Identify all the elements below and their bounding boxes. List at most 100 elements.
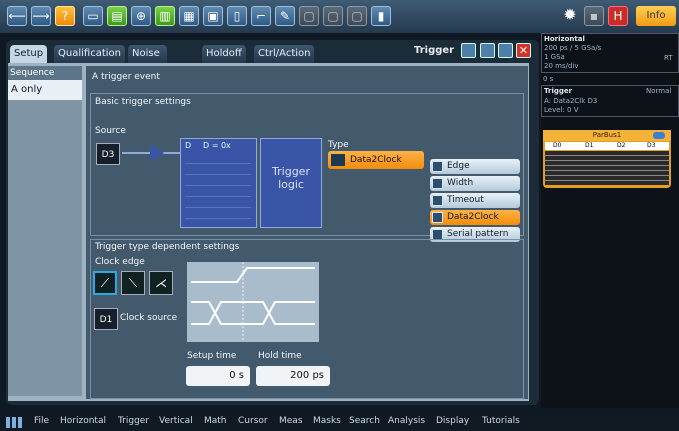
cursor-icon[interactable]: ▯ xyxy=(227,6,247,26)
data2clock-icon xyxy=(432,212,443,223)
annotation-icon[interactable]: ✎ xyxy=(275,6,295,26)
setup-time-label: Setup time xyxy=(187,351,237,361)
timing-diagram xyxy=(187,262,319,342)
menu-analysis[interactable]: Analysis xyxy=(388,416,425,426)
menu-item-label: Width xyxy=(447,178,474,188)
forward-icon[interactable]: ⟶ xyxy=(31,6,51,26)
horizontal-title: Horizontal xyxy=(544,35,585,43)
block-text: D xyxy=(185,141,192,150)
menu-file[interactable]: File xyxy=(34,416,49,426)
tab-noise-reject[interactable]: Noise Reject xyxy=(128,45,167,77)
trigger-line: A: Data2Clk D3 xyxy=(544,97,598,105)
screenshot-icon[interactable]: ▭ xyxy=(83,6,103,26)
tab-holdoff[interactable]: Holdoff xyxy=(202,45,246,63)
top-toolbar: ⟵ ⟶ ? ▭ ▤ ⊕ ▥ ▦ ▣ ▯ ⌐ ✎ ▢ ▢ ▢ ▮ ✹ ▪ H In… xyxy=(0,0,679,33)
block-inner-icon xyxy=(185,153,251,223)
menu-display[interactable]: Display xyxy=(436,416,469,426)
buffer-icon xyxy=(150,144,164,162)
hold-time-input[interactable]: 200 ps xyxy=(256,366,330,386)
help-dialog-icon[interactable] xyxy=(480,43,495,58)
hold-time-label: Hold time xyxy=(258,351,302,361)
clock-edge-label: Clock edge xyxy=(95,257,145,267)
dialog-title: Trigger xyxy=(414,45,455,56)
save-icon[interactable]: ▤ xyxy=(107,6,127,26)
print-icon[interactable]: ▢ xyxy=(347,6,367,26)
menu-item-width[interactable]: Width xyxy=(430,176,520,191)
histogram-icon[interactable]: ▥ xyxy=(155,6,175,26)
menu-bar: File Horizontal Trigger Vertical Math Cu… xyxy=(0,413,679,431)
bus-col: D0 xyxy=(553,142,562,149)
sequence-panel: Sequence A only xyxy=(8,66,82,396)
source-button[interactable]: D3 xyxy=(96,143,120,165)
width-icon xyxy=(432,178,443,189)
apps-icon[interactable] xyxy=(6,417,22,428)
dock-icon[interactable] xyxy=(461,43,476,58)
gear-icon[interactable]: ✹ xyxy=(560,6,580,26)
delete-icon[interactable]: ▮ xyxy=(371,6,391,26)
close-icon[interactable]: ✕ xyxy=(516,43,531,58)
marker-icon[interactable]: ⌐ xyxy=(251,6,271,26)
parbus-box[interactable]: ParBus1 D0 D1 D2 D3 xyxy=(543,130,671,188)
sample-text: 1 GSa xyxy=(544,53,565,61)
tab-setup[interactable]: Setup xyxy=(10,45,48,63)
menu-math[interactable]: Math xyxy=(204,416,227,426)
sequence-label: Sequence xyxy=(8,66,82,80)
clock-source-label: Clock source xyxy=(120,313,178,323)
event-heading: A trigger event xyxy=(92,72,160,82)
info-button[interactable]: Info xyxy=(636,6,676,26)
trigger-logic-block: Trigger logic xyxy=(260,138,322,228)
either-edge-button[interactable]: ⋌ xyxy=(149,271,173,295)
zoom-icon[interactable]: ⊕ xyxy=(131,6,151,26)
list-icon[interactable]: ▢ xyxy=(323,6,343,26)
menu-item-timeout[interactable]: Timeout xyxy=(430,193,520,208)
type-menu: Edge Width Timeout Data2Clock Serial pat… xyxy=(430,155,520,244)
trigger-title: Trigger xyxy=(544,87,573,95)
rt-text: RT xyxy=(664,54,673,62)
parbus-title: ParBus1 xyxy=(543,130,671,141)
measure-icon[interactable]: ▣ xyxy=(203,6,223,26)
back-icon[interactable]: ⟵ xyxy=(7,6,27,26)
sequence-select[interactable]: A only xyxy=(8,80,82,100)
bus-header: D0 D1 D2 D3 xyxy=(545,142,669,150)
tab-qualification[interactable]: Qualification xyxy=(54,45,125,63)
menu-item-label: Timeout xyxy=(447,195,484,205)
bus-col: D2 xyxy=(617,142,626,149)
bus-toggle-icon[interactable] xyxy=(653,132,665,139)
hd-icon[interactable]: H xyxy=(608,6,628,26)
clock-source-button[interactable]: D1 xyxy=(94,308,118,330)
timing-waveform-icon xyxy=(191,262,315,342)
menu-item-edge[interactable]: Edge xyxy=(430,159,520,174)
menu-masks[interactable]: Masks xyxy=(313,416,341,426)
rate-text: 200 ps / 5 GSa/s xyxy=(544,44,602,52)
setup-time-input[interactable]: 0 s xyxy=(186,366,250,386)
source-label: Source xyxy=(95,126,126,136)
search-icon[interactable]: ▢ xyxy=(299,6,319,26)
rising-edge-button[interactable]: ⟋ xyxy=(93,271,117,295)
flag-icon[interactable]: ▪ xyxy=(584,6,604,26)
menu-vertical[interactable]: Vertical xyxy=(159,416,193,426)
trigger-block: D D = 0x xyxy=(180,138,257,228)
help-icon[interactable]: ? xyxy=(55,6,75,26)
menu-horizontal[interactable]: Horizontal xyxy=(60,416,106,426)
horizontal-box[interactable]: Horizontal 200 ps / 5 GSa/s RT 1 GSa 20 … xyxy=(541,33,679,73)
mask-icon[interactable]: ▦ xyxy=(179,6,199,26)
menu-tutorials[interactable]: Tutorials xyxy=(482,416,520,426)
menu-search[interactable]: Search xyxy=(349,416,380,426)
type-label: Type xyxy=(328,140,349,150)
menu-item-label: Edge xyxy=(447,161,470,171)
bus-col: D3 xyxy=(647,142,656,149)
trigger-box[interactable]: Trigger Normal A: Data2Clk D3 Level: 0 V xyxy=(541,85,679,117)
trigger-mode: Normal xyxy=(646,87,672,95)
menu-trigger[interactable]: Trigger xyxy=(118,416,149,426)
basic-heading: Basic trigger settings xyxy=(95,97,191,107)
menu-item-data2clock[interactable]: Data2Clock xyxy=(430,210,520,225)
timeout-icon xyxy=(432,195,443,206)
minimize-icon[interactable] xyxy=(498,43,513,58)
data2clock-icon xyxy=(331,154,345,166)
menu-meas[interactable]: Meas xyxy=(279,416,303,426)
edge-icon xyxy=(432,161,443,172)
bus-col: D1 xyxy=(585,142,594,149)
falling-edge-button[interactable]: ⟍ xyxy=(121,271,145,295)
tab-ctrl-action[interactable]: Ctrl/Action xyxy=(254,45,315,63)
menu-cursor[interactable]: Cursor xyxy=(238,416,268,426)
